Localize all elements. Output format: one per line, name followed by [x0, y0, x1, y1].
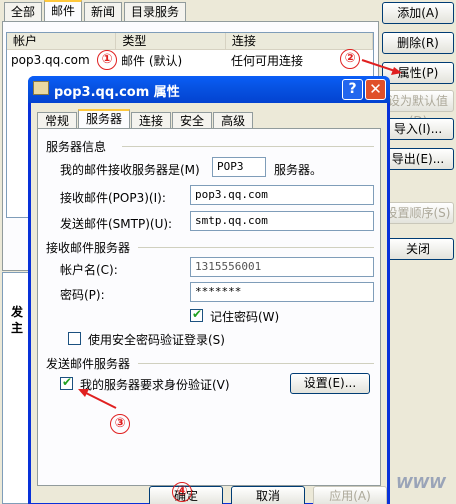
arrow-head	[391, 67, 402, 75]
watermark-logo: WWW	[396, 474, 446, 492]
annotation-arrows	[78, 59, 402, 409]
arrow-to-properties	[361, 59, 399, 73]
arrow-to-auth-checkbox	[83, 391, 117, 409]
